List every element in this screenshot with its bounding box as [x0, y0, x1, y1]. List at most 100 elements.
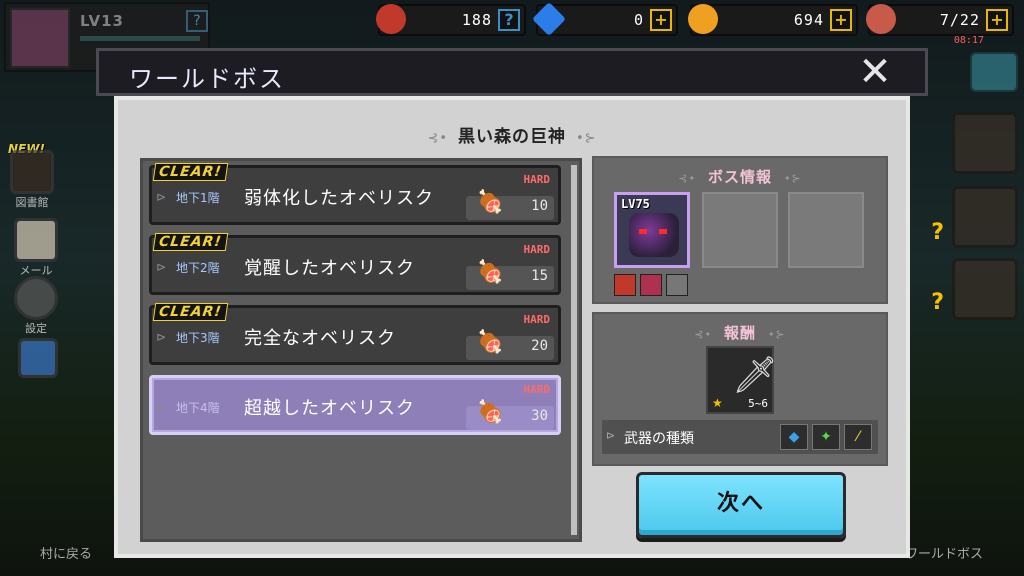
floor-name: 覚醒したオベリスク	[244, 258, 415, 279]
boss-portrait[interactable]: LV75	[614, 192, 690, 268]
stamina-add-button[interactable]: +	[986, 9, 1008, 31]
meat-icon	[866, 4, 896, 34]
shuriken-icon[interactable]: ✦	[812, 424, 840, 450]
boss-slot-empty	[788, 192, 864, 268]
book-icon	[10, 150, 54, 194]
boss-slot-empty	[702, 192, 778, 268]
gem-counter: 0 +	[532, 2, 678, 36]
shield-weakness-icon	[640, 274, 662, 296]
star-medal-counter: 188 ?	[376, 4, 526, 36]
gem-add-button[interactable]: +	[650, 9, 672, 31]
meat-icon: 🍖	[476, 330, 504, 355]
hero-slot-2[interactable]	[952, 186, 1018, 248]
gold-coin-icon	[688, 4, 718, 34]
arrow-icon: ⊳	[606, 429, 616, 442]
avatar	[10, 8, 70, 68]
floor-item-2[interactable]: CLEAR! ⊳ 地下2階 覚醒したオベリスク HARD 🍖 15	[149, 233, 561, 295]
star-icon: ★	[712, 396, 723, 410]
clear-badge: CLEAR!	[152, 163, 229, 181]
close-button[interactable]: ✕	[855, 52, 895, 93]
floor-name: 超越したオベリスク	[244, 398, 415, 419]
arrow-icon: ⊳	[156, 190, 167, 204]
stamina-timer: 08:17	[953, 35, 984, 46]
boss-info-header: ⊰• ボス情報 •⊱	[594, 166, 886, 187]
stamina-cost: 10	[531, 198, 548, 214]
gold-value: 694	[793, 11, 824, 29]
stamina-counter: 7/22 + 08:17	[866, 4, 1014, 46]
stamina-cost: 15	[531, 268, 548, 284]
right-side-menu: ? ?	[914, 0, 1024, 576]
exp-bar	[80, 36, 200, 41]
difficulty-label: HARD	[523, 383, 551, 396]
difficulty-label: HARD	[523, 173, 551, 186]
return-village-button[interactable]: 村に戻る	[40, 543, 92, 562]
next-button[interactable]: 次へ	[636, 472, 846, 538]
boss-level: LV75	[621, 197, 650, 211]
deco-right-icon: •⊱	[784, 172, 802, 185]
mail-button[interactable]: メール	[14, 218, 58, 278]
help-button[interactable]: ?	[186, 10, 208, 32]
reward-panel: ⊰• 報酬 •⊱ 🗡 ★ 5~6 ⊳ 武器の種類 ◆ ✦ ⁄	[592, 312, 888, 466]
deco-right-icon: •⊱	[576, 131, 597, 146]
boss-icon	[629, 213, 679, 257]
deco-left-icon: ⊰•	[694, 328, 712, 341]
reward-range: 5~6	[748, 397, 768, 410]
close-icon: ✕	[858, 49, 892, 95]
floor-name: 弱体化したオベリスク	[244, 188, 434, 209]
reward-item[interactable]: 🗡 ★ 5~6	[706, 346, 778, 414]
area-name: 黒い森の巨神	[458, 127, 566, 147]
boss-info-panel: ⊰• ボス情報 •⊱ LV75	[592, 156, 888, 304]
meat-icon: 🍖	[476, 190, 504, 215]
stamina-cost: 30	[531, 408, 548, 424]
gem-icon	[532, 2, 566, 36]
modal-title: ワールドボス	[129, 65, 285, 93]
world-boss-tab[interactable]: ワールドボス	[905, 543, 983, 562]
boss-eye	[659, 229, 667, 234]
library-button[interactable]: NEW! 図書館	[8, 142, 54, 210]
floor-list-scrollbar[interactable]	[571, 165, 577, 535]
hero-slot-1[interactable]	[952, 112, 1018, 174]
difficulty-label: HARD	[523, 313, 551, 326]
meat-icon: 🍖	[476, 400, 504, 425]
arrow-icon: ⊳	[156, 330, 167, 344]
empty-weakness-icon	[666, 274, 688, 296]
community-icon	[18, 338, 58, 378]
sword-weakness-icon	[614, 274, 636, 296]
hero-slot-3[interactable]	[952, 258, 1018, 320]
star-medal-value: 188	[461, 11, 492, 29]
chat-button[interactable]	[970, 52, 1018, 92]
world-boss-panel: ⊰• 黒い森の巨神 •⊱ CLEAR! ⊳ 地下1階 弱体化したオベリスク HARD…	[114, 96, 910, 558]
hero-question-mark: ?	[931, 290, 944, 315]
community-button[interactable]	[18, 338, 58, 378]
hero-question-mark: ?	[931, 220, 944, 245]
settings-label: 設定	[25, 322, 47, 335]
floor-item-1[interactable]: CLEAR! ⊳ 地下1階 弱体化したオベリスク HARD 🍖 10	[149, 163, 561, 225]
floor-level: 地下3階	[176, 331, 220, 345]
reward-header: ⊰• 報酬 •⊱	[594, 322, 886, 343]
star-medal-icon	[376, 4, 406, 34]
floor-item-4[interactable]: ⊳ 地下4階 超越したオベリスク HARD 🍖 30	[149, 375, 561, 435]
library-label: 図書館	[15, 196, 49, 209]
stamina-cost: 20	[531, 338, 548, 354]
gold-counter: 694 +	[688, 4, 858, 36]
stamina-value: 7/22	[939, 11, 980, 29]
left-side-menu: NEW! 図書館 メール 設定	[0, 0, 100, 576]
mail-icon	[14, 218, 58, 262]
meat-icon: 🍖	[476, 260, 504, 285]
gold-add-button[interactable]: +	[830, 9, 852, 31]
floor-item-3[interactable]: CLEAR! ⊳ 地下3階 完全なオベリスク HARD 🍖 20	[149, 303, 561, 365]
reward-title: 報酬	[723, 324, 756, 342]
floor-name: 完全なオベリスク	[244, 328, 396, 349]
spear-icon[interactable]: ⁄	[844, 424, 872, 450]
arrow-icon: ⊳	[156, 400, 167, 414]
floor-level: 地下4階	[176, 401, 220, 415]
settings-button[interactable]: 設定	[14, 276, 58, 336]
arrow-icon: ⊳	[156, 260, 167, 274]
sword-icon: 🗡	[732, 355, 778, 396]
axe-icon[interactable]: ◆	[780, 424, 808, 450]
star-medal-help-button[interactable]: ?	[498, 9, 520, 31]
gem-value: 0	[633, 11, 644, 29]
boss-eye	[639, 229, 647, 234]
deco-right-icon: •⊱	[768, 328, 786, 341]
weapon-types-label: 武器の種類	[624, 431, 694, 447]
